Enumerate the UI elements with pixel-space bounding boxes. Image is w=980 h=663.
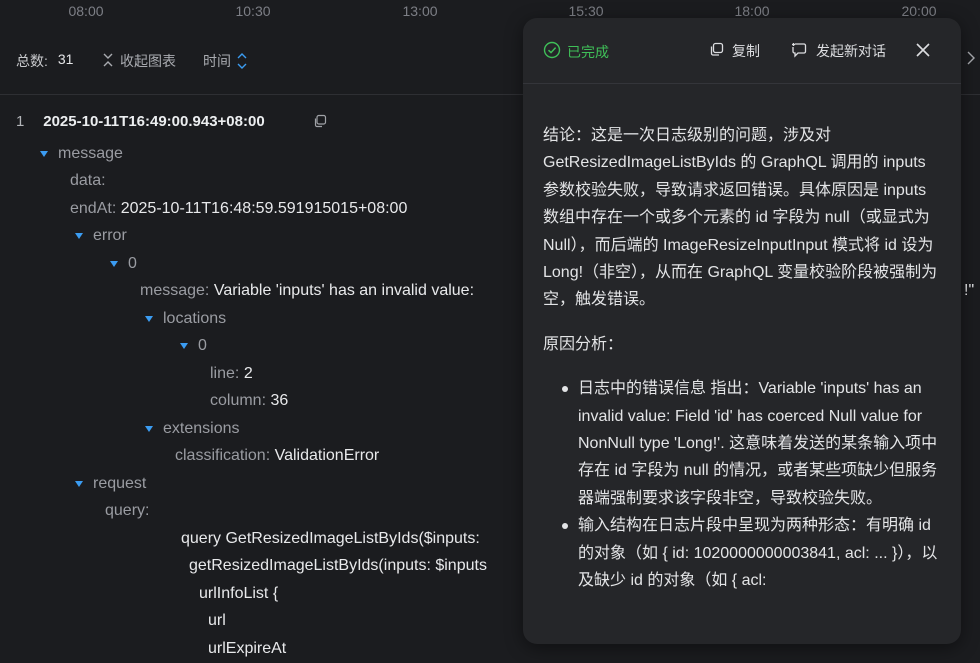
sort-toggle-icon: [237, 52, 247, 70]
tree-field-data: data:: [70, 172, 106, 189]
tree-node-locations[interactable]: locations: [145, 309, 226, 329]
status-badge: 已完成: [543, 41, 609, 62]
sort-label: 时间: [203, 53, 231, 69]
tree-node-error-0[interactable]: 0: [110, 254, 137, 274]
query-code-line: urlInfoList {: [199, 585, 279, 602]
log-entry-header: 1 2025-10-11T16:49:00.943+08:00: [16, 112, 265, 132]
total-label: 总数:: [16, 53, 48, 69]
endAt-value: 2025-10-11T16:48:59.591915015+08:00: [120, 200, 408, 217]
query-code-line: url: [208, 612, 226, 629]
expand-arrow-icon: [110, 260, 118, 267]
tree-node-extensions[interactable]: extensions: [145, 419, 240, 439]
copy-icon: [709, 42, 724, 60]
ai-analysis-panel: 已完成 复制 发起新对话 结论：这是一次日志级别的问题，涉及对 GetResiz…: [523, 18, 961, 644]
collapse-chart-button[interactable]: 收起图表: [102, 51, 176, 71]
panel-header: 已完成 复制 发起新对话: [523, 18, 961, 84]
expand-arrow-icon: [40, 150, 48, 157]
expand-arrow-icon: [75, 480, 83, 487]
timeline-tick: 20:00: [901, 3, 937, 19]
list-item: 输入结构在日志片段中呈现为两种形态：有明确 id 的对象（如 { id: 102…: [558, 512, 943, 594]
tree-node-request[interactable]: request: [75, 474, 146, 494]
log-entry-timestamp: 2025-10-11T16:49:00.943+08:00: [43, 113, 265, 130]
expand-arrow-icon: [75, 232, 83, 239]
query-code-line: getResizedImageListByIds(inputs: $inputs: [189, 557, 487, 574]
collapse-icon: [102, 52, 114, 71]
query-code-line: query GetResizedImageListByIds($inputs:: [181, 530, 480, 547]
new-chat-icon: [791, 42, 808, 61]
total-value: 31: [57, 51, 74, 67]
analysis-list: 日志中的错误信息 指出：Variable 'inputs' has an inv…: [558, 375, 943, 594]
tree-field-classification: classification: ValidationError: [175, 447, 380, 464]
conclusion-paragraph: 结论：这是一次日志级别的问题，涉及对 GetResizedImageListBy…: [543, 127, 938, 309]
overflow-text: !": [964, 282, 975, 299]
check-circle-icon: [543, 41, 561, 62]
timeline-tick: 08:00: [68, 3, 104, 19]
error-message-value: Variable 'inputs' has an invalid value:: [213, 282, 475, 299]
new-chat-label: 发起新对话: [816, 43, 886, 59]
tree-field-column: column: 36: [210, 392, 289, 409]
query-code-line: urlExpireAt: [208, 640, 287, 657]
status-label: 已完成: [567, 43, 609, 60]
sort-by-time-button[interactable]: 时间: [203, 51, 247, 71]
copy-button[interactable]: 复制: [709, 41, 760, 61]
close-icon[interactable]: [915, 42, 931, 63]
expand-arrow-icon: [145, 425, 153, 432]
copy-icon[interactable]: [313, 114, 327, 133]
tree-field-line: line: 2: [210, 365, 253, 382]
list-item: 日志中的错误信息 指出：Variable 'inputs' has an inv…: [558, 375, 943, 512]
chevron-right-icon[interactable]: [966, 50, 976, 71]
collapse-chart-label: 收起图表: [120, 53, 176, 69]
log-entry-index: 1: [16, 113, 25, 130]
analysis-content: 结论：这是一次日志级别的问题，涉及对 GetResizedImageListBy…: [543, 122, 943, 595]
expand-arrow-icon: [145, 315, 153, 322]
tree-field-endAt: endAt: 2025-10-11T16:48:59.591915015+08:…: [70, 200, 408, 217]
tree-field-query: query:: [105, 502, 150, 519]
new-conversation-button[interactable]: 发起新对话: [791, 41, 886, 61]
timeline-tick: 18:00: [734, 3, 770, 19]
timeline-tick: 13:00: [402, 3, 438, 19]
log-explorer: 08:00 10:30 13:00 15:30 18:00 20:00 总数: …: [0, 0, 980, 663]
timeline-tick: 10:30: [235, 3, 271, 19]
expand-arrow-icon: [180, 342, 188, 349]
copy-label: 复制: [732, 43, 760, 59]
tree-node-message[interactable]: message: [40, 144, 123, 164]
analysis-heading: 原因分析：: [543, 335, 624, 353]
tree-field-message: message: Variable 'inputs' has an invali…: [140, 282, 475, 299]
tree-node-error[interactable]: error: [75, 226, 127, 246]
tree-node-locations-0[interactable]: 0: [180, 336, 207, 356]
total-count: 总数: 31: [16, 51, 73, 71]
timeline-tick: 15:30: [568, 3, 604, 19]
